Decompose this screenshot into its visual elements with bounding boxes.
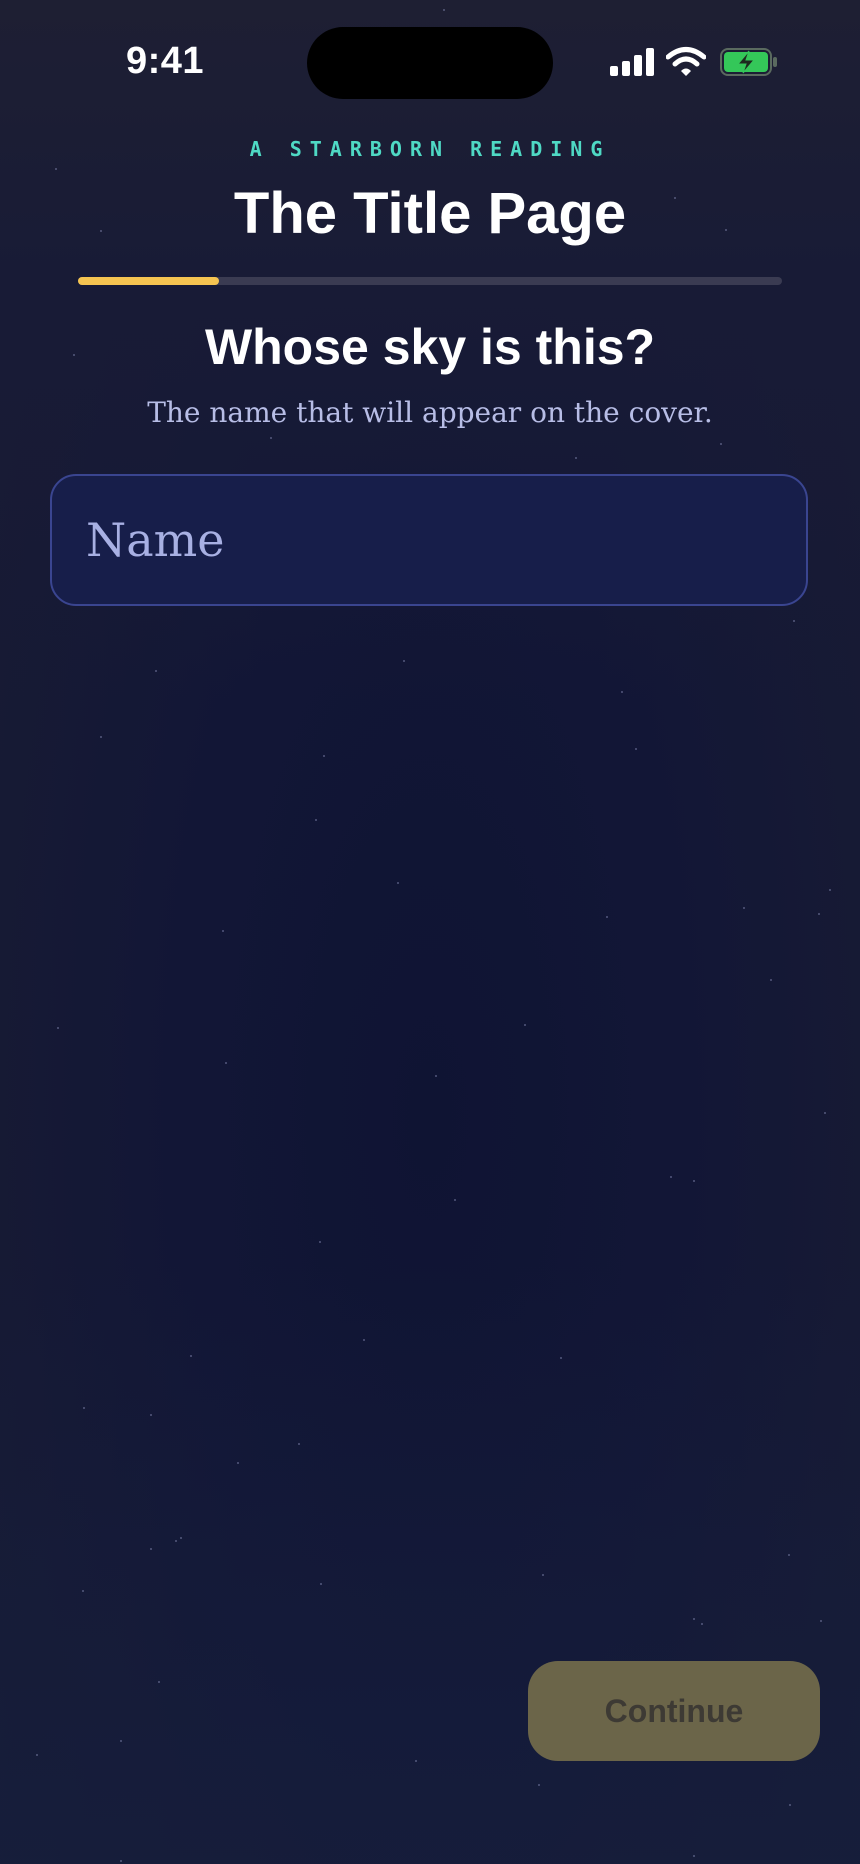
star <box>397 882 399 884</box>
star <box>82 1590 84 1592</box>
star <box>793 620 795 622</box>
star <box>454 1199 456 1201</box>
star <box>225 1062 227 1064</box>
star <box>120 1860 122 1862</box>
status-bar: 9:41 <box>0 0 860 120</box>
star <box>222 930 224 932</box>
star <box>100 736 102 738</box>
dynamic-island <box>307 27 553 99</box>
wifi-icon <box>666 47 706 76</box>
star <box>538 1784 540 1786</box>
star <box>701 1623 703 1625</box>
star <box>319 1241 321 1243</box>
star <box>693 1855 695 1857</box>
star <box>298 1443 300 1445</box>
star <box>55 168 57 170</box>
star <box>743 907 745 909</box>
star <box>175 1540 177 1542</box>
star <box>323 755 325 757</box>
progress-bar <box>78 277 782 285</box>
name-input[interactable] <box>50 474 808 606</box>
star <box>788 1554 790 1556</box>
star <box>606 916 608 918</box>
star <box>770 979 772 981</box>
star <box>403 660 405 662</box>
star <box>524 1024 526 1026</box>
star <box>693 1618 695 1620</box>
star <box>270 437 272 439</box>
status-time: 9:41 <box>126 40 205 82</box>
star <box>155 670 157 672</box>
star <box>560 1357 562 1359</box>
star <box>150 1548 152 1550</box>
progress-bar-fill <box>78 277 219 285</box>
star <box>635 748 637 750</box>
star <box>190 1355 192 1357</box>
star <box>320 1583 322 1585</box>
star <box>575 457 577 459</box>
star <box>363 1339 365 1341</box>
question-subtitle: The name that will appear on the cover. <box>147 396 713 429</box>
star <box>824 1112 826 1114</box>
star <box>83 1407 85 1409</box>
eyebrow-label: A STARBORN READING <box>249 137 611 161</box>
battery-charging-icon <box>720 48 777 76</box>
star <box>237 1462 239 1464</box>
star <box>435 1075 437 1077</box>
star <box>542 1574 544 1576</box>
cellular-signal-icon <box>610 48 654 76</box>
star <box>158 1681 160 1683</box>
star <box>57 1027 59 1029</box>
star <box>820 1620 822 1622</box>
star <box>818 913 820 915</box>
star <box>415 1760 417 1762</box>
star <box>120 1740 122 1742</box>
star <box>670 1176 672 1178</box>
question-heading: Whose sky is this? <box>204 319 656 375</box>
star <box>693 1180 695 1182</box>
star <box>315 819 317 821</box>
star <box>720 443 722 445</box>
page-title: The Title Page <box>233 181 627 246</box>
star <box>829 889 831 891</box>
star <box>180 1537 182 1539</box>
star <box>621 691 623 693</box>
star <box>789 1804 791 1806</box>
star <box>150 1414 152 1416</box>
star <box>36 1754 38 1756</box>
